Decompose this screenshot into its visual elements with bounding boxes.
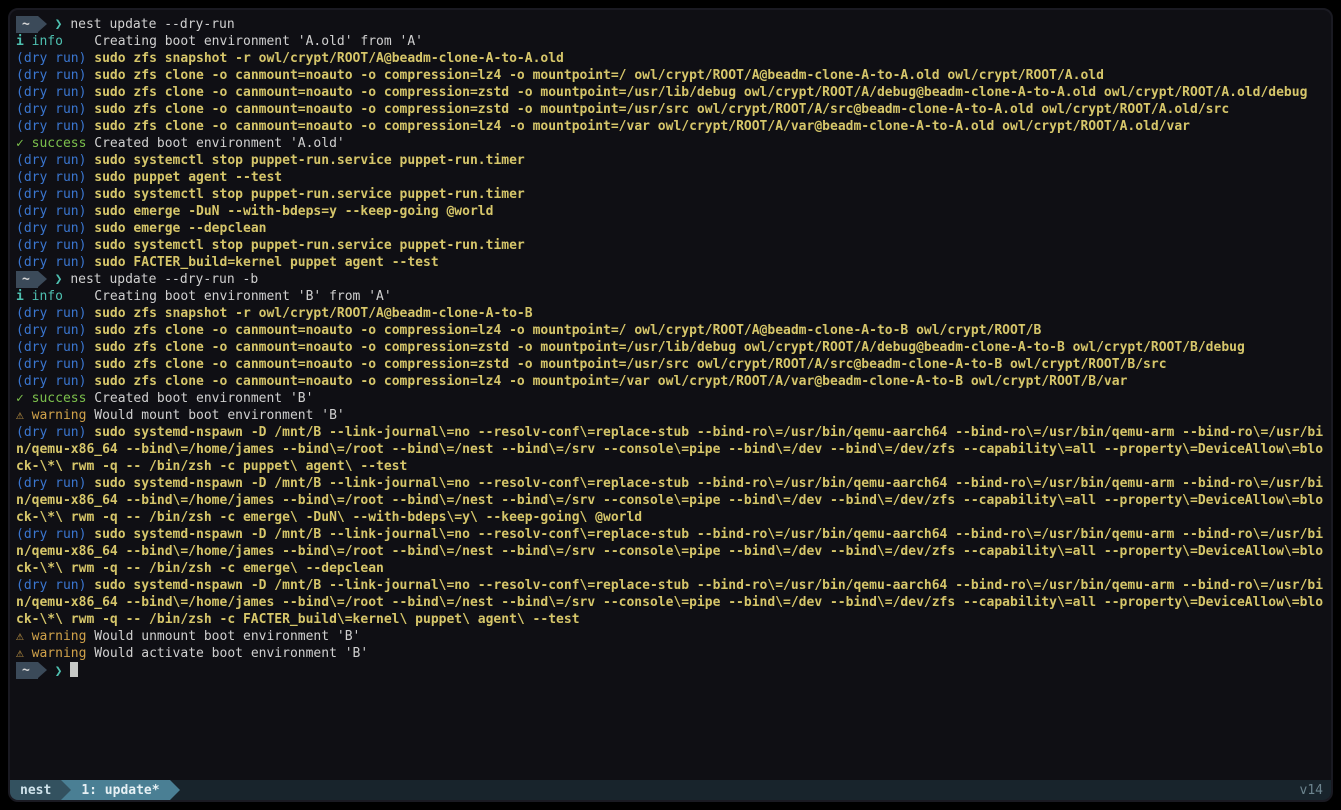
dryrun-command: sudo zfs clone -o canmount=noauto -o com… — [94, 85, 1307, 100]
warning-symbol-icon: ⚠ — [16, 629, 24, 644]
terminal-cursor[interactable] — [70, 662, 78, 677]
success-label: success — [32, 391, 87, 406]
success-label: success — [32, 136, 87, 151]
dryrun-label: (dry run) — [16, 51, 86, 66]
warning-label: warning — [32, 629, 87, 644]
dryrun-command: sudo systemd-nspawn -D /mnt/B --link-jou… — [16, 578, 1323, 627]
dryrun-command: sudo zfs clone -o canmount=noauto -o com… — [94, 102, 1229, 117]
prompt-separator-icon — [38, 16, 47, 32]
success-message: Created boot environment 'B' — [94, 391, 313, 406]
info-symbol-icon: i — [16, 289, 24, 304]
warning-message: Would activate boot environment 'B' — [94, 646, 368, 661]
prompt-arrow-icon: ❯ — [47, 664, 70, 679]
dryrun-label: (dry run) — [16, 119, 86, 134]
dryrun-label: (dry run) — [16, 204, 86, 219]
dryrun-label: (dry run) — [16, 153, 86, 168]
dryrun-command: sudo emerge --depclean — [94, 221, 266, 236]
dryrun-label: (dry run) — [16, 323, 86, 338]
prompt-separator-icon — [38, 662, 47, 678]
info-message: Creating boot environment 'A.old' from '… — [94, 34, 423, 49]
dryrun-label: (dry run) — [16, 170, 86, 185]
dryrun-command: sudo systemctl stop puppet-run.service p… — [94, 153, 524, 168]
status-hostname: nest — [10, 780, 61, 800]
prompt-arrow-icon: ❯ — [47, 272, 70, 287]
warning-message: Would unmount boot environment 'B' — [94, 629, 360, 644]
dryrun-command: sudo zfs clone -o canmount=noauto -o com… — [94, 340, 1245, 355]
info-label: info — [32, 289, 63, 304]
dryrun-command: sudo systemctl stop puppet-run.service p… — [94, 187, 524, 202]
dryrun-command: sudo zfs snapshot -r owl/crypt/ROOT/A@be… — [94, 51, 564, 66]
prompt-arrow-icon: ❯ — [47, 17, 70, 32]
dryrun-label: (dry run) — [16, 187, 86, 202]
tmux-statusbar: nest 1: update* v14 — [10, 780, 1331, 800]
dryrun-label: (dry run) — [16, 221, 86, 236]
dryrun-label: (dry run) — [16, 102, 86, 117]
dryrun-label: (dry run) — [16, 68, 86, 83]
info-message: Creating boot environment 'B' from 'A' — [94, 289, 391, 304]
dryrun-label: (dry run) — [16, 374, 86, 389]
status-right: v14 — [1292, 780, 1331, 800]
warning-label: warning — [32, 408, 87, 423]
status-spacer — [180, 780, 1292, 800]
prompt-path: ~ — [16, 16, 38, 33]
dryrun-command: sudo systemd-nspawn -D /mnt/B --link-jou… — [16, 476, 1323, 525]
dryrun-command: sudo systemd-nspawn -D /mnt/B --link-jou… — [16, 527, 1323, 576]
dryrun-label: (dry run) — [16, 527, 86, 542]
dryrun-command: sudo zfs clone -o canmount=noauto -o com… — [94, 357, 1166, 372]
dryrun-command: sudo emerge -DuN --with-bdeps=y --keep-g… — [94, 204, 493, 219]
prompt-path: ~ — [16, 662, 38, 679]
dryrun-label: (dry run) — [16, 578, 86, 593]
dryrun-label: (dry run) — [16, 306, 86, 321]
dryrun-command: sudo zfs clone -o canmount=noauto -o com… — [94, 68, 1104, 83]
dryrun-command: sudo zfs clone -o canmount=noauto -o com… — [94, 374, 1127, 389]
dryrun-label: (dry run) — [16, 255, 86, 270]
dryrun-label: (dry run) — [16, 425, 86, 440]
prompt-path: ~ — [16, 271, 38, 288]
terminal-output[interactable]: ~ ❯ nest update --dry-run i info Creatin… — [10, 10, 1331, 780]
dryrun-label: (dry run) — [16, 357, 86, 372]
terminal-window[interactable]: ~ ❯ nest update --dry-run i info Creatin… — [8, 8, 1333, 802]
dryrun-command: sudo zfs clone -o canmount=noauto -o com… — [94, 119, 1190, 134]
status-separator-icon — [61, 780, 71, 800]
success-symbol-icon: ✓ — [16, 391, 24, 406]
dryrun-command: sudo FACTER_build=kernel puppet agent --… — [94, 255, 438, 270]
info-symbol-icon: i — [16, 34, 24, 49]
warning-label: warning — [32, 646, 87, 661]
warning-symbol-icon: ⚠ — [16, 646, 24, 661]
dryrun-label: (dry run) — [16, 476, 86, 491]
command-line: nest update --dry-run -b — [70, 272, 258, 287]
status-active-tab[interactable]: 1: update* — [71, 780, 169, 800]
status-separator-icon — [170, 780, 180, 800]
dryrun-command: sudo puppet agent --test — [94, 170, 282, 185]
dryrun-command: sudo systemd-nspawn -D /mnt/B --link-jou… — [16, 425, 1323, 474]
dryrun-label: (dry run) — [16, 340, 86, 355]
dryrun-command: sudo systemctl stop puppet-run.service p… — [94, 238, 524, 253]
dryrun-label: (dry run) — [16, 85, 86, 100]
success-symbol-icon: ✓ — [16, 136, 24, 151]
warning-message: Would mount boot environment 'B' — [94, 408, 344, 423]
info-label: info — [32, 34, 63, 49]
prompt-separator-icon — [38, 271, 47, 287]
warning-symbol-icon: ⚠ — [16, 408, 24, 423]
dryrun-command: sudo zfs clone -o canmount=noauto -o com… — [94, 323, 1041, 338]
success-message: Created boot environment 'A.old' — [94, 136, 344, 151]
command-line: nest update --dry-run — [70, 17, 234, 32]
dryrun-command: sudo zfs snapshot -r owl/crypt/ROOT/A@be… — [94, 306, 532, 321]
dryrun-label: (dry run) — [16, 238, 86, 253]
